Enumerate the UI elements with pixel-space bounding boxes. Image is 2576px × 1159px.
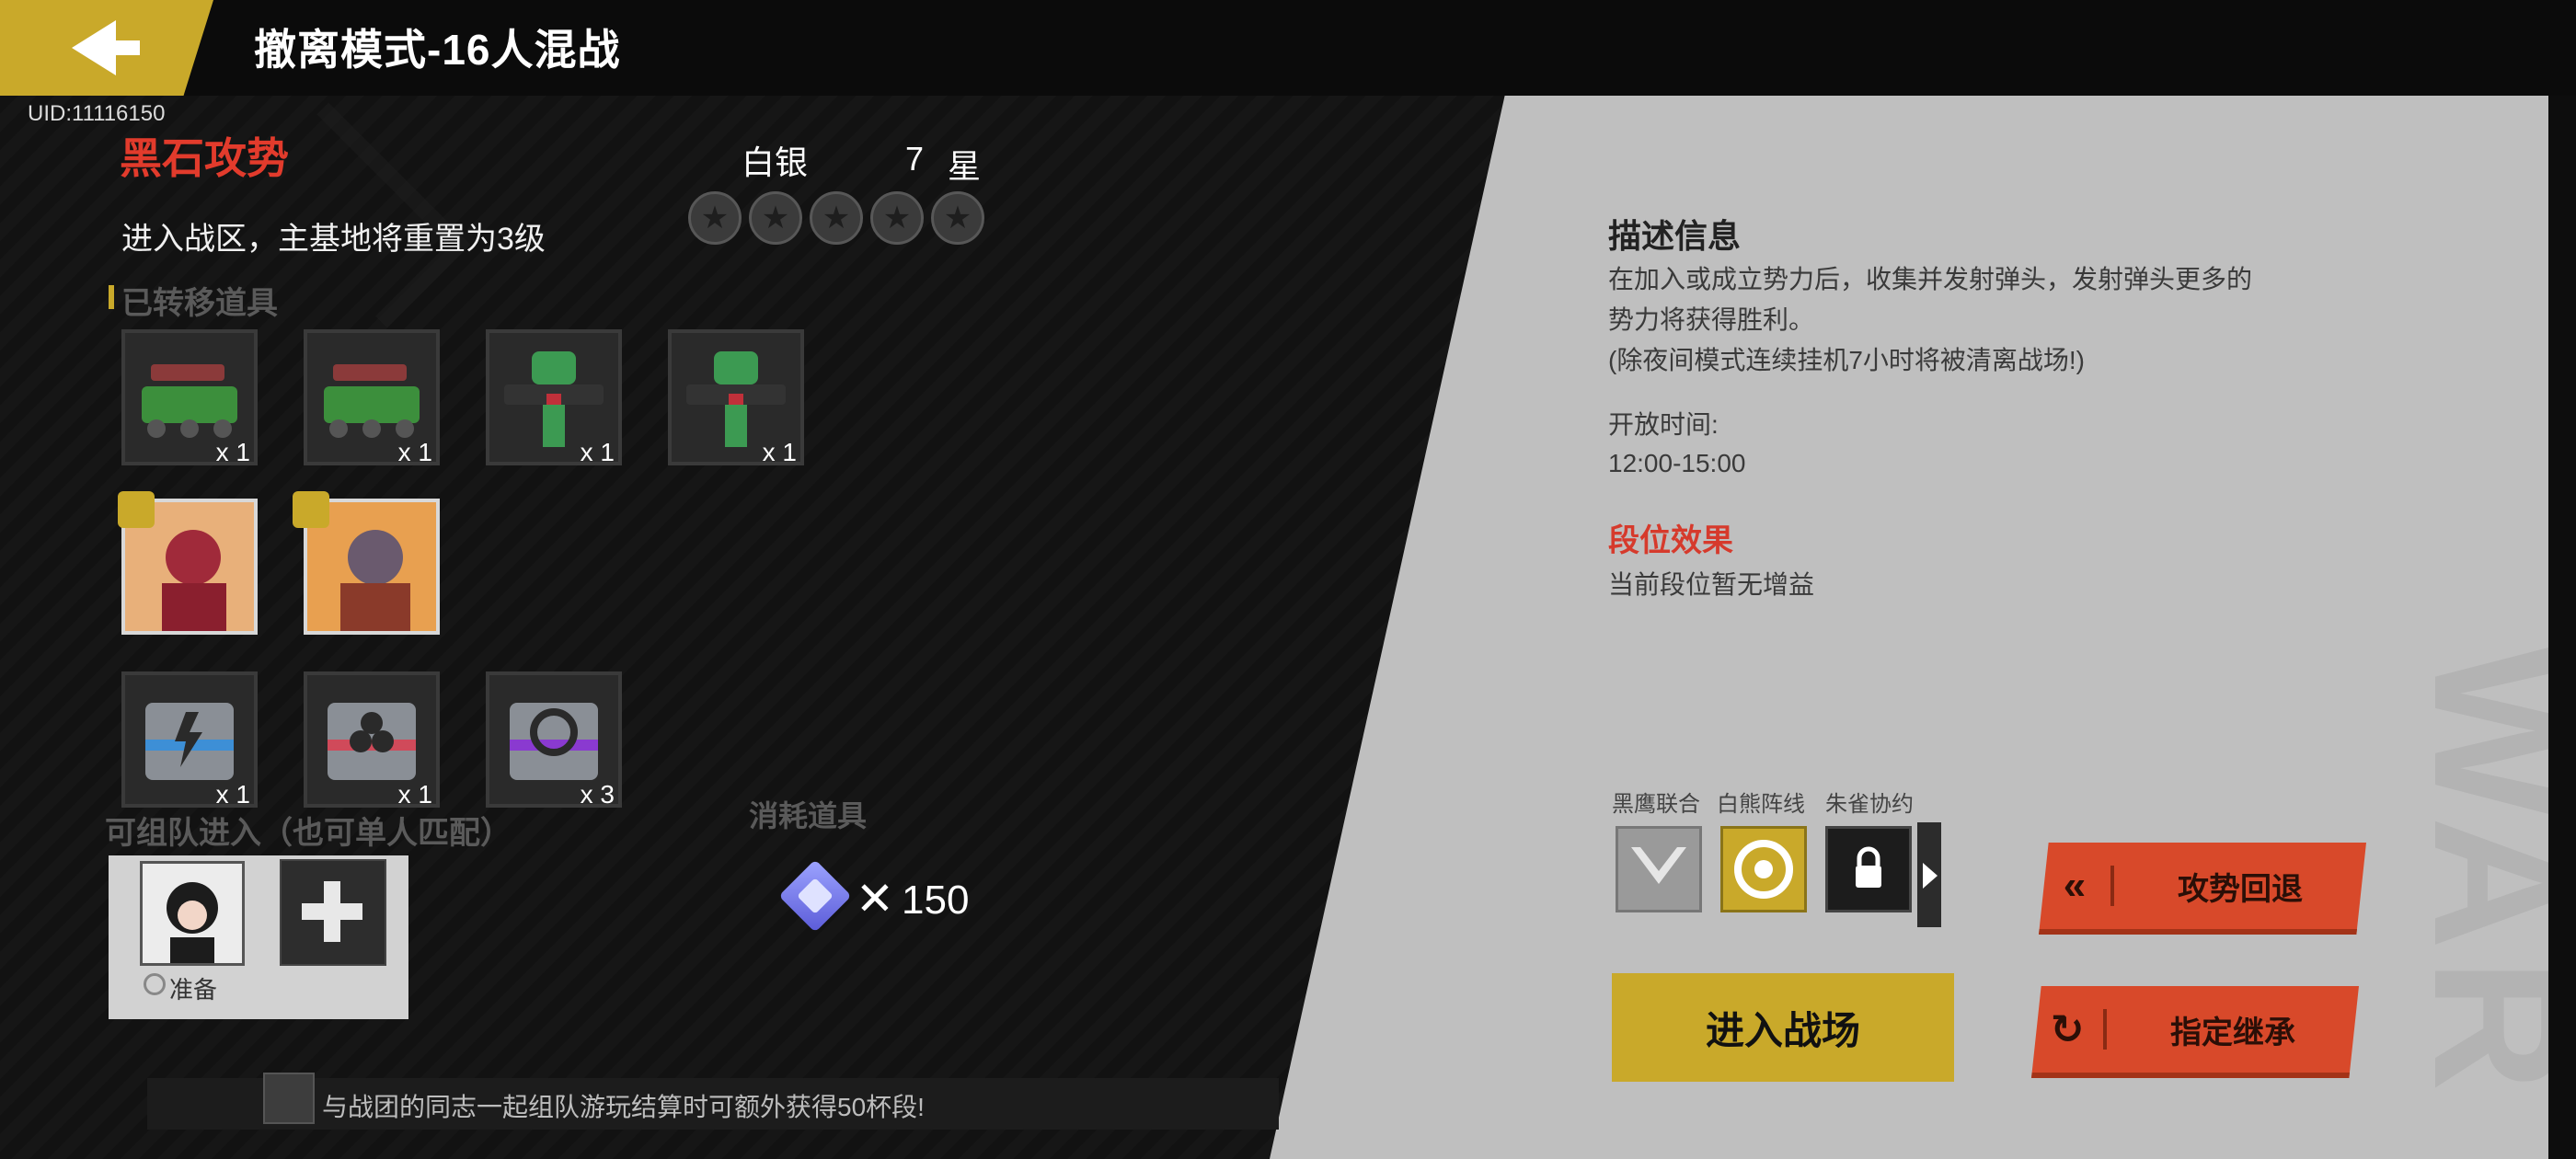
description-line: (除夜间模式连续挂机7小时将被清离战场!) — [1608, 346, 2086, 374]
inherit-button[interactable]: ↻ 指定继承 — [2031, 986, 2359, 1078]
faction-label-black-eagle: 黑鹰联合 — [1612, 792, 1700, 817]
description-title: 描述信息 — [1608, 217, 1742, 255]
faction-vermilion-button[interactable] — [1825, 826, 1912, 912]
tip-text: 与战团的同志一起组队游玩结算时可额外获得50杯段! — [322, 1093, 925, 1121]
mode-description: 进入战区，主基地将重置为3级 — [121, 222, 546, 257]
vehicle-item[interactable]: x 1 — [486, 329, 622, 466]
mode-name: 黑石攻势 — [120, 134, 289, 182]
item-quantity: x 1 — [215, 780, 250, 809]
user-id: UID:11116150 — [28, 101, 166, 126]
rank-effect-description: 当前段位暂无增益 — [1608, 570, 1815, 599]
consumable-amount: 150 — [902, 878, 970, 923]
faction-black-eagle-button[interactable] — [1616, 826, 1702, 912]
star-icon: ★ — [810, 191, 863, 245]
badge-icon — [293, 491, 329, 528]
star-count: 7 — [905, 140, 925, 178]
star-icon: ★ — [688, 191, 742, 245]
vehicle-item[interactable]: x 1 — [121, 329, 258, 466]
team-section-label: 可组队进入（也可单人匹配） — [105, 816, 512, 851]
vehicle-item[interactable]: x 1 — [304, 329, 440, 466]
star-icon: ★ — [749, 191, 802, 245]
item-quantity: x 1 — [397, 780, 432, 809]
consumable-label: 消耗道具 — [749, 799, 868, 832]
right-edge-bar — [2548, 96, 2576, 1159]
ready-status: 准备 — [169, 976, 218, 1004]
badge-icon — [118, 491, 155, 528]
item-quantity: x 3 — [580, 780, 615, 809]
rank-effect-title: 段位效果 — [1608, 523, 1733, 558]
rank-name: 白银 — [742, 143, 809, 181]
transferred-items-label: 已转移道具 — [121, 286, 278, 321]
item-quantity: x 1 — [215, 438, 250, 466]
chest-item[interactable]: x 1 — [121, 671, 258, 809]
trophy-icon — [263, 1073, 315, 1124]
inherit-button-label: 指定继承 — [2170, 1015, 2295, 1050]
chest-item[interactable]: x 1 — [304, 671, 440, 809]
open-time-label: 开放时间: — [1608, 410, 1719, 439]
chevron-right-icon — [1923, 863, 1938, 889]
star-icon: ★ — [931, 191, 984, 245]
retreat-button[interactable]: « 攻势回退 — [2039, 843, 2366, 935]
page-title: 撤离模式-16人混战 — [254, 26, 621, 74]
avatar[interactable] — [140, 861, 245, 966]
rank-stars: ★ ★ ★ ★ ★ — [688, 191, 984, 245]
star-unit: 星 — [948, 147, 982, 185]
star-icon: ★ — [870, 191, 924, 245]
lock-icon — [1856, 846, 1881, 888]
back-arrow-icon-stem — [109, 40, 140, 55]
enter-battlefield-button[interactable]: 进入战场 — [1612, 973, 1954, 1082]
description-line: 在加入或成立势力后，收集并发射弹头，发射弹头更多的 — [1608, 265, 2253, 293]
multiply-sign: ✕ — [856, 873, 894, 924]
refresh-icon: ↻ — [2050, 1006, 2085, 1052]
plus-icon-bar — [302, 903, 362, 920]
item-quantity: x 1 — [397, 438, 432, 466]
player-avatar-icon — [143, 864, 242, 963]
description-line: 势力将获得胜利。 — [1608, 305, 1815, 334]
faction-label-vermilion: 朱雀协约 — [1825, 792, 1914, 817]
retreat-button-label: 攻势回退 — [2178, 871, 2303, 907]
open-time-value: 12:00-15:00 — [1608, 449, 1746, 477]
item-quantity: x 1 — [762, 438, 797, 466]
item-quantity: x 1 — [580, 438, 615, 466]
vehicle-item[interactable]: x 1 — [668, 329, 804, 466]
double-chevron-left-icon: « — [2063, 863, 2087, 908]
ready-icon — [144, 973, 166, 995]
faction-white-bear-button[interactable] — [1720, 826, 1807, 912]
chest-item[interactable]: x 3 — [486, 671, 622, 809]
section-marker — [109, 285, 114, 309]
black-eagle-icon — [1631, 847, 1686, 884]
faction-label-white-bear: 白熊阵线 — [1717, 792, 1805, 817]
white-bear-icon — [1734, 840, 1793, 899]
